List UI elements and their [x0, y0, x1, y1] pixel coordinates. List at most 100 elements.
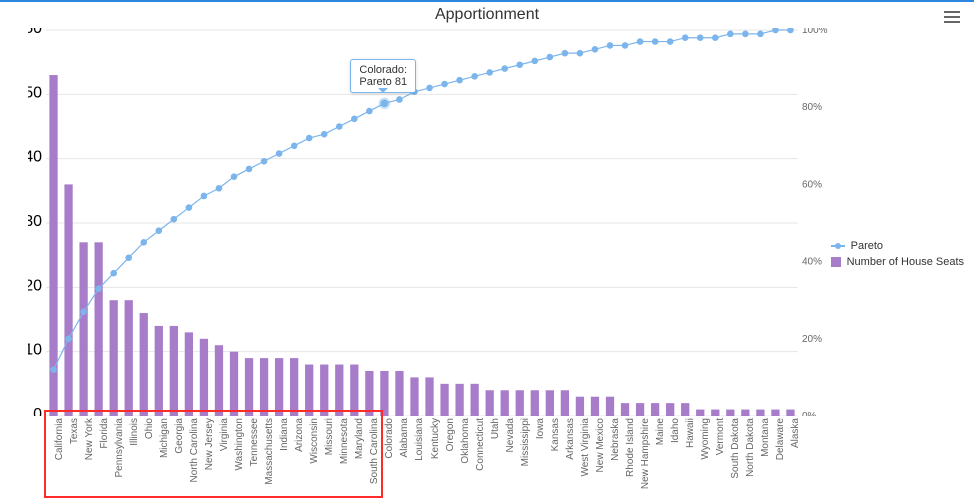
- bar[interactable]: [651, 403, 659, 416]
- pareto-point[interactable]: [697, 35, 703, 41]
- pareto-point[interactable]: [66, 336, 72, 342]
- bar[interactable]: [64, 184, 72, 416]
- pareto-point[interactable]: [306, 135, 312, 141]
- pareto-point[interactable]: [442, 81, 448, 87]
- bar[interactable]: [621, 403, 629, 416]
- bar[interactable]: [425, 377, 433, 416]
- bar[interactable]: [501, 390, 509, 416]
- pareto-point[interactable]: [577, 50, 583, 56]
- pareto-point[interactable]: [547, 54, 553, 60]
- pareto-point[interactable]: [231, 174, 237, 180]
- bar[interactable]: [410, 377, 418, 416]
- pareto-point[interactable]: [457, 77, 463, 83]
- bar[interactable]: [260, 358, 268, 416]
- bar[interactable]: [771, 410, 779, 416]
- pareto-point[interactable]: [502, 66, 508, 72]
- bar[interactable]: [636, 403, 644, 416]
- pareto-point[interactable]: [336, 124, 342, 130]
- bar[interactable]: [516, 390, 524, 416]
- pareto-point[interactable]: [743, 31, 749, 37]
- bar[interactable]: [290, 358, 298, 416]
- bar[interactable]: [471, 384, 479, 416]
- chart-menu-button[interactable]: [944, 8, 960, 26]
- bar[interactable]: [786, 410, 794, 416]
- pareto-point[interactable]: [487, 70, 493, 76]
- bar[interactable]: [561, 390, 569, 416]
- pareto-point[interactable]: [758, 31, 764, 37]
- pareto-point[interactable]: [96, 286, 102, 292]
- pareto-point[interactable]: [201, 193, 207, 199]
- bar[interactable]: [546, 390, 554, 416]
- bar[interactable]: [440, 384, 448, 416]
- pareto-point[interactable]: [261, 158, 267, 164]
- pareto-point[interactable]: [141, 240, 147, 246]
- bar[interactable]: [215, 345, 223, 416]
- bar[interactable]: [320, 365, 328, 416]
- pareto-point[interactable]: [607, 43, 613, 49]
- pareto-point[interactable]: [276, 151, 282, 157]
- pareto-point[interactable]: [728, 31, 734, 37]
- pareto-point[interactable]: [712, 35, 718, 41]
- bar[interactable]: [395, 371, 403, 416]
- bar[interactable]: [455, 384, 463, 416]
- pareto-point[interactable]: [562, 50, 568, 56]
- pareto-point[interactable]: [81, 309, 87, 315]
- bar[interactable]: [125, 300, 133, 416]
- pareto-point[interactable]: [637, 39, 643, 45]
- bar[interactable]: [155, 326, 163, 416]
- pareto-point[interactable]: [156, 228, 162, 234]
- bar[interactable]: [140, 313, 148, 416]
- bar[interactable]: [305, 365, 313, 416]
- bar[interactable]: [666, 403, 674, 416]
- bar[interactable]: [486, 390, 494, 416]
- bar[interactable]: [681, 403, 689, 416]
- pareto-point[interactable]: [517, 62, 523, 68]
- bar[interactable]: [365, 371, 373, 416]
- chart-plot-area[interactable]: 01020304050600%20%40%60%80%100% Californ…: [28, 28, 828, 416]
- pareto-point[interactable]: [111, 270, 117, 276]
- bar[interactable]: [170, 326, 178, 416]
- bar[interactable]: [200, 339, 208, 416]
- bar[interactable]: [531, 390, 539, 416]
- bar[interactable]: [696, 410, 704, 416]
- bar[interactable]: [591, 397, 599, 416]
- bar[interactable]: [245, 358, 253, 416]
- pareto-point[interactable]: [321, 131, 327, 137]
- legend-item-pareto[interactable]: Pareto: [831, 240, 964, 252]
- pareto-point[interactable]: [216, 185, 222, 191]
- bar[interactable]: [756, 410, 764, 416]
- pareto-point[interactable]: [592, 47, 598, 53]
- pareto-point[interactable]: [397, 97, 403, 103]
- bar[interactable]: [185, 332, 193, 416]
- pareto-point[interactable]: [667, 39, 673, 45]
- pareto-point[interactable]: [246, 166, 252, 172]
- bar[interactable]: [711, 410, 719, 416]
- bar[interactable]: [230, 352, 238, 416]
- pareto-point[interactable]: [186, 205, 192, 211]
- pareto-point[interactable]: [652, 39, 658, 45]
- bar[interactable]: [350, 365, 358, 416]
- pareto-point[interactable]: [472, 74, 478, 80]
- pareto-point[interactable]: [622, 43, 628, 49]
- bar[interactable]: [606, 397, 614, 416]
- pareto-line[interactable]: [54, 30, 791, 370]
- pareto-point[interactable]: [682, 35, 688, 41]
- pareto-point[interactable]: [412, 89, 418, 95]
- bar[interactable]: [576, 397, 584, 416]
- pareto-point[interactable]: [367, 108, 373, 114]
- bar[interactable]: [726, 410, 734, 416]
- pareto-point[interactable]: [291, 143, 297, 149]
- bar[interactable]: [79, 242, 87, 416]
- pareto-point[interactable]: [352, 116, 358, 122]
- pareto-point[interactable]: [427, 85, 433, 91]
- pareto-point[interactable]: [126, 255, 132, 261]
- bar[interactable]: [380, 371, 388, 416]
- pareto-point[interactable]: [51, 367, 57, 373]
- bar[interactable]: [275, 358, 283, 416]
- pareto-point[interactable]: [773, 28, 779, 33]
- pareto-point[interactable]: [532, 58, 538, 64]
- bar[interactable]: [335, 365, 343, 416]
- pareto-point[interactable]: [788, 28, 794, 33]
- legend-item-bars[interactable]: Number of House Seats: [831, 256, 964, 268]
- bar[interactable]: [741, 410, 749, 416]
